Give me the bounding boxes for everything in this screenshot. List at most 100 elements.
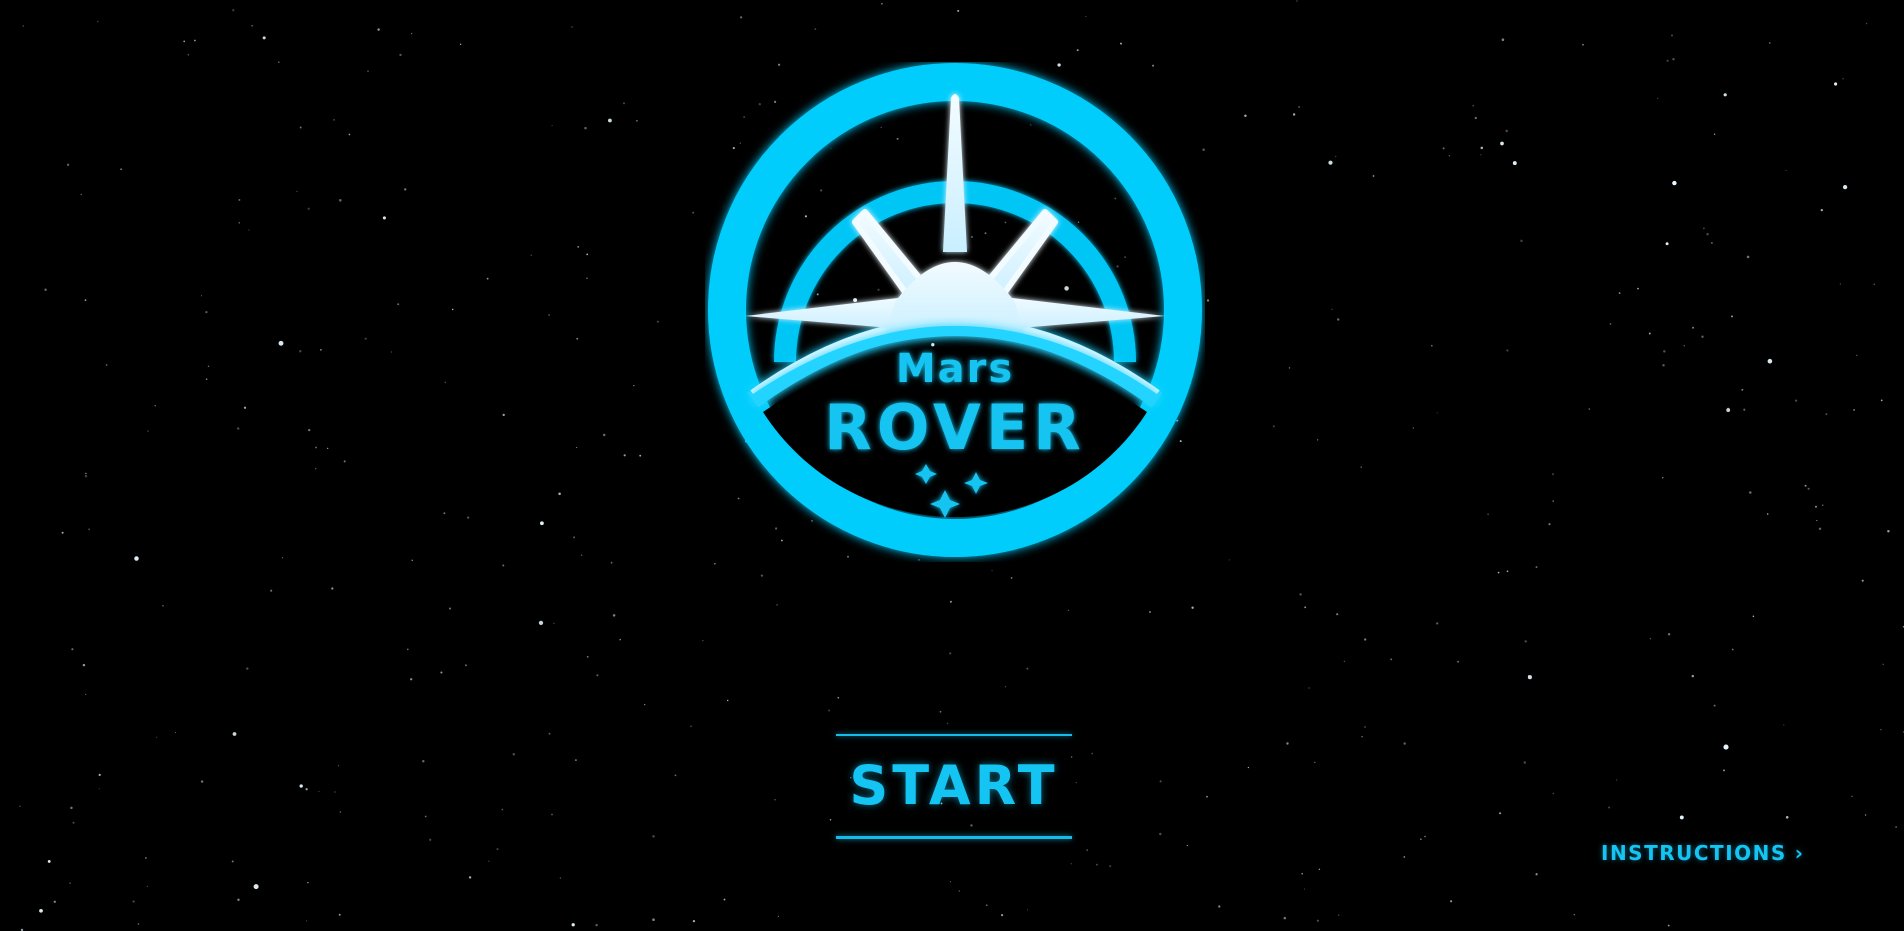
star-dot xyxy=(612,614,616,617)
star-dot xyxy=(200,295,203,297)
star-dot xyxy=(957,9,960,12)
star-dot xyxy=(251,25,253,27)
star-dot xyxy=(1403,856,1406,858)
star-dot xyxy=(238,198,241,201)
star-dot xyxy=(451,308,454,311)
star-dot xyxy=(1487,513,1489,515)
star-dot xyxy=(22,25,25,27)
star-dot xyxy=(760,574,764,577)
star-dot xyxy=(1512,161,1517,166)
star-dot xyxy=(1616,779,1618,781)
star-dot xyxy=(1457,660,1460,663)
star-dot xyxy=(584,126,587,130)
star-dot xyxy=(315,446,318,449)
star-dot xyxy=(1314,761,1316,764)
star-dot xyxy=(299,126,302,129)
star-dot xyxy=(1842,184,1848,190)
star-dot xyxy=(231,860,234,863)
star-dot xyxy=(1499,812,1502,815)
star-dot xyxy=(1573,913,1576,916)
instructions-link[interactable]: INSTRUCTIONS › xyxy=(1601,840,1805,866)
star-dot xyxy=(1666,59,1669,62)
star-dot xyxy=(1706,233,1709,236)
star-dot xyxy=(1109,865,1112,868)
star-dot xyxy=(1336,613,1339,616)
star-dot xyxy=(1505,129,1508,133)
star-dot xyxy=(1769,42,1771,44)
star-dot xyxy=(1364,726,1366,728)
star-dot xyxy=(1361,735,1363,738)
star-dot xyxy=(1713,704,1716,707)
star-dot xyxy=(1206,299,1210,302)
star-dot xyxy=(586,277,588,279)
star-dot xyxy=(72,821,75,824)
star-dot xyxy=(1822,504,1824,506)
star-dot xyxy=(1500,141,1504,146)
star-dot xyxy=(577,246,580,248)
star-dot xyxy=(47,859,51,863)
star-dot xyxy=(1670,34,1674,37)
star-dot xyxy=(551,813,553,816)
star-dot xyxy=(1535,566,1538,569)
instructions-label: INSTRUCTIONS xyxy=(1601,841,1787,865)
star-dot xyxy=(407,648,409,651)
star-dot xyxy=(939,710,942,713)
star-dot xyxy=(837,696,840,699)
star-dot xyxy=(1430,344,1433,347)
star-dot xyxy=(1723,744,1729,750)
star-dot xyxy=(19,805,21,807)
star-dot xyxy=(1436,412,1438,414)
star-dot xyxy=(571,26,573,28)
star-dot xyxy=(410,678,413,681)
star-dot xyxy=(558,492,561,496)
star-dot xyxy=(1303,888,1306,890)
star-dot xyxy=(243,406,247,409)
star-dot xyxy=(580,554,583,557)
star-dot xyxy=(1815,505,1817,508)
star-dot xyxy=(548,314,551,316)
star-dot xyxy=(1873,283,1875,286)
star-dot xyxy=(723,898,726,901)
star-dot xyxy=(156,736,158,738)
star-dot xyxy=(1244,114,1247,118)
star-dot xyxy=(1206,795,1208,798)
star-dot xyxy=(1412,427,1414,429)
star-dot xyxy=(440,671,443,674)
star-dot xyxy=(949,600,952,603)
star-dot xyxy=(1191,606,1194,609)
star-dot xyxy=(1783,724,1785,726)
star-dot xyxy=(881,2,883,5)
star-dot xyxy=(98,773,101,777)
star-dot xyxy=(692,211,695,214)
star-dot xyxy=(147,430,149,432)
star-dot xyxy=(1552,792,1555,795)
star-dot xyxy=(576,337,579,340)
star-dot xyxy=(1864,814,1867,816)
start-button[interactable]: START xyxy=(836,752,1072,820)
star-dot xyxy=(1026,909,1028,911)
star-dot xyxy=(1672,180,1677,186)
star-dot xyxy=(331,587,334,590)
star-dot xyxy=(559,877,561,879)
star-dot xyxy=(1731,648,1734,651)
star-dot xyxy=(1887,529,1890,533)
star-dot xyxy=(571,923,575,927)
star-dot xyxy=(44,288,47,291)
star-dot xyxy=(1767,358,1773,364)
star-dot xyxy=(576,447,578,448)
star-dot xyxy=(1665,242,1669,246)
star-dot xyxy=(399,53,402,57)
star-dot xyxy=(1609,323,1612,325)
star-dot xyxy=(776,604,778,606)
star-dot xyxy=(1001,914,1004,917)
star-dot xyxy=(1472,105,1474,107)
star-dot xyxy=(1364,638,1367,641)
star-dot xyxy=(205,378,208,381)
star-dot xyxy=(1360,466,1362,468)
title-screen: Mars ROVER START INSTRUCTIONS › xyxy=(0,0,1904,931)
star-dot xyxy=(333,119,335,121)
star-dot xyxy=(232,732,237,736)
star-dot xyxy=(39,908,43,913)
star-dot xyxy=(690,725,692,727)
star-dot xyxy=(633,385,635,387)
